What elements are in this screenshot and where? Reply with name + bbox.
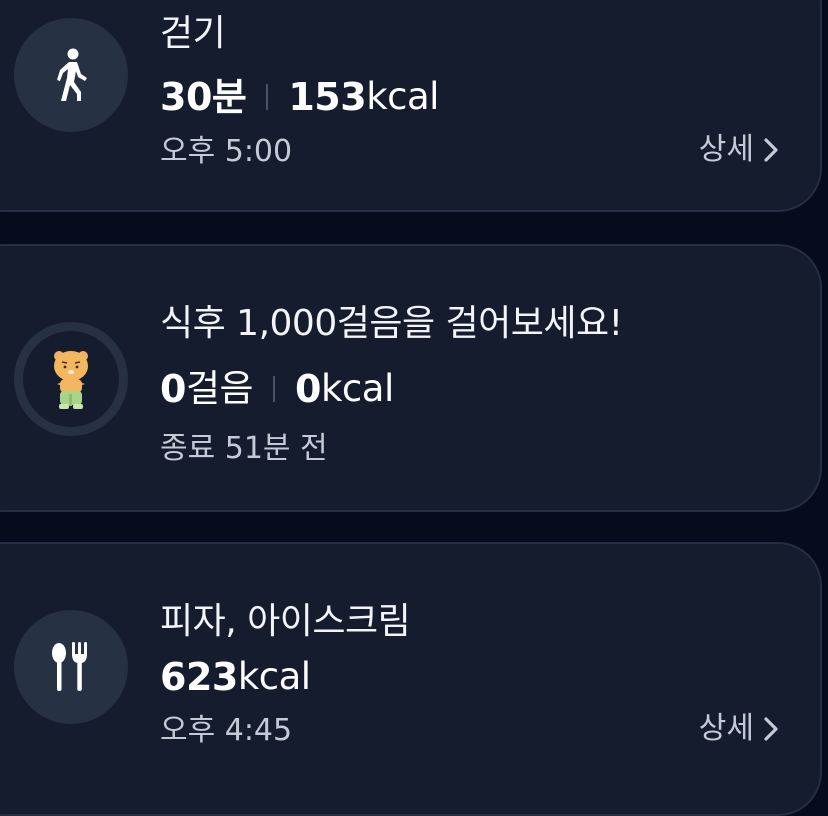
meal-stats: 623 kcal <box>160 654 311 700</box>
chevron-right-icon <box>764 138 778 162</box>
calories-unit: kcal <box>321 367 394 410</box>
challenge-stats: 0 걸음 0 kcal <box>160 366 394 412</box>
meal-calories-value: 623 <box>160 655 238 699</box>
meal-card[interactable]: 피자, 아이스크림 623 kcal 오후 4:45 상세 <box>0 542 822 816</box>
activity-title: 걷기 <box>160 13 226 54</box>
steps-value: 0 <box>160 367 186 411</box>
calories-unit: kcal <box>366 75 439 118</box>
walking-icon-circle <box>14 18 128 132</box>
chevron-right-icon <box>764 717 778 741</box>
detail-label: 상세 <box>698 132 754 167</box>
spoon-fork-icon <box>52 642 87 691</box>
meal-calories-unit: kcal <box>237 655 311 698</box>
activity-stats: 30 분 153 kcal <box>160 74 439 120</box>
meal-icon-circle <box>14 610 128 724</box>
mascot-character-icon <box>54 351 88 409</box>
detail-button[interactable]: 상세 <box>699 710 778 748</box>
challenge-progress-ring <box>14 322 128 436</box>
calories-value: 0 <box>295 367 321 411</box>
calories-value: 153 <box>288 75 367 119</box>
steps-unit: 걸음 <box>185 367 254 410</box>
detail-button[interactable]: 상세 <box>699 131 778 169</box>
duration-unit: 분 <box>211 75 247 119</box>
challenge-remaining-time: 종료 51분 전 <box>160 431 328 466</box>
activity-card-walking[interactable]: 걷기 30 분 153 kcal 오후 5:00 상세 <box>0 0 822 212</box>
stats-divider <box>266 84 269 110</box>
stats-divider <box>273 376 276 402</box>
meal-title: 피자, 아이스크림 <box>160 601 411 642</box>
detail-label: 상세 <box>698 711 754 746</box>
activity-time: 오후 5:00 <box>160 134 293 169</box>
walking-person-icon <box>57 48 87 101</box>
walking-challenge-card[interactable]: 식후 1,000걸음을 걸어보세요! 0 걸음 0 kcal 종료 51분 전 <box>0 244 822 512</box>
meal-time: 오후 4:45 <box>160 713 293 748</box>
challenge-title: 식후 1,000걸음을 걸어보세요! <box>160 303 623 344</box>
duration-value: 30 <box>160 75 212 119</box>
